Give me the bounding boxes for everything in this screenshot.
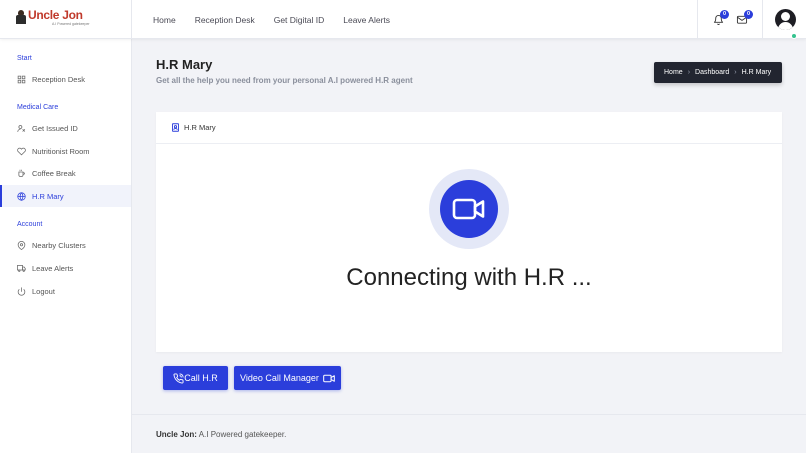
sidebar-item-label: Reception Desk bbox=[32, 74, 85, 84]
power-icon bbox=[17, 286, 26, 296]
call-hr-button[interactable]: Call H.R bbox=[163, 366, 228, 390]
footer-brand: Uncle Jon: bbox=[156, 430, 197, 439]
footer: Uncle Jon: A.I Powered gatekeeper. bbox=[132, 414, 806, 453]
brand-area: Uncle Jon A.I Powered gatekeeper bbox=[0, 0, 132, 39]
breadcrumb-separator: › bbox=[734, 69, 737, 76]
breadcrumb: Home › Dashboard › H.R Mary bbox=[654, 62, 782, 83]
sidebar-item-get-issued-id[interactable]: Get Issued ID bbox=[0, 117, 131, 139]
sidebar: Start Reception Desk Medical Care Get Is… bbox=[0, 39, 132, 453]
breadcrumb-separator: › bbox=[687, 69, 691, 76]
brand-tagline: A.I Powered gatekeeper bbox=[52, 22, 90, 26]
sidebar-item-reception-desk[interactable]: Reception Desk bbox=[0, 68, 131, 90]
video-camera-icon bbox=[440, 180, 498, 238]
header-divider bbox=[697, 0, 698, 39]
sidebar-heading-medical-care: Medical Care bbox=[17, 104, 59, 111]
sidebar-item-nearby-clusters[interactable]: Nearby Clusters bbox=[0, 234, 131, 256]
sidebar-item-label: H.R Mary bbox=[32, 191, 64, 201]
topnav-get-digital-id[interactable]: Get Digital ID bbox=[274, 15, 325, 25]
coffee-icon bbox=[17, 169, 26, 178]
sidebar-item-label: Leave Alerts bbox=[32, 263, 74, 273]
globe-icon bbox=[17, 191, 26, 201]
sidebar-item-label: Logout bbox=[32, 286, 55, 296]
sidebar-item-nutritionist-room[interactable]: Nutritionist Room bbox=[0, 140, 131, 162]
sidebar-item-leave-alerts[interactable]: Leave Alerts bbox=[0, 257, 131, 279]
breadcrumb-home[interactable]: Home bbox=[664, 69, 683, 76]
top-nav: Home Reception Desk Get Digital ID Leave… bbox=[153, 0, 409, 39]
truck-icon bbox=[17, 264, 26, 273]
topnav-reception-desk[interactable]: Reception Desk bbox=[195, 15, 255, 25]
topnav-home[interactable]: Home bbox=[153, 15, 176, 25]
sidebar-item-logout[interactable]: Logout bbox=[0, 280, 131, 302]
card-title: H.R Mary bbox=[184, 123, 216, 132]
brand-logo[interactable]: Uncle Jon A.I Powered gatekeeper bbox=[16, 8, 90, 26]
video-icon bbox=[323, 374, 335, 382]
header-actions: 0 0 bbox=[697, 0, 806, 39]
page-title: H.R Mary bbox=[156, 57, 213, 72]
footer-caption: A.I Powered gatekeeper. bbox=[198, 430, 287, 439]
user-avatar[interactable] bbox=[775, 9, 796, 30]
breadcrumb-dashboard[interactable]: Dashboard bbox=[695, 69, 729, 76]
sidebar-item-label: Nearby Clusters bbox=[32, 240, 86, 250]
phone-call-icon bbox=[173, 372, 184, 383]
sidebar-item-coffee-break[interactable]: Coffee Break bbox=[0, 162, 131, 184]
connection-status: Connecting with H.R ... bbox=[346, 264, 592, 291]
sidebar-item-hr-mary[interactable]: H.R Mary bbox=[0, 185, 131, 207]
sidebar-item-label: Coffee Break bbox=[32, 168, 76, 178]
top-bar: Uncle Jon A.I Powered gatekeeper Home Re… bbox=[0, 0, 806, 39]
messages-button[interactable]: 0 bbox=[730, 8, 754, 32]
sidebar-item-label: Get Issued ID bbox=[32, 123, 78, 133]
topnav-leave-alerts[interactable]: Leave Alerts bbox=[343, 15, 390, 25]
sidebar-heading-start: Start bbox=[17, 55, 32, 62]
video-call-manager-label: Video Call Manager bbox=[240, 373, 319, 383]
online-status-dot bbox=[791, 33, 797, 39]
notifications-button[interactable]: 0 bbox=[706, 8, 730, 32]
id-icon bbox=[17, 124, 26, 133]
brand-name: Uncle Jon bbox=[28, 8, 83, 22]
sidebar-item-label: Nutritionist Room bbox=[32, 146, 90, 156]
hr-call-card: H.R Mary Connecting with H.R ... bbox=[156, 112, 782, 352]
map-pin-icon bbox=[17, 240, 26, 250]
sidebar-heading-account: Account bbox=[17, 221, 43, 228]
uncle-jon-figure-icon bbox=[16, 10, 26, 24]
heart-icon bbox=[17, 147, 26, 156]
page-subtitle: Get all the help you need from your pers… bbox=[156, 76, 413, 85]
card-header: H.R Mary bbox=[156, 112, 782, 144]
messages-badge: 0 bbox=[744, 9, 753, 19]
video-call-manager-button[interactable]: Video Call Manager bbox=[234, 366, 341, 390]
video-call-indicator bbox=[429, 169, 509, 249]
grid-icon bbox=[17, 75, 26, 84]
breadcrumb-current: H.R Mary bbox=[741, 69, 772, 76]
contact-book-icon bbox=[171, 123, 180, 132]
footer-text: Uncle Jon: A.I Powered gatekeeper. bbox=[156, 430, 286, 439]
notifications-badge: 0 bbox=[720, 9, 729, 19]
call-hr-label: Call H.R bbox=[184, 373, 218, 383]
